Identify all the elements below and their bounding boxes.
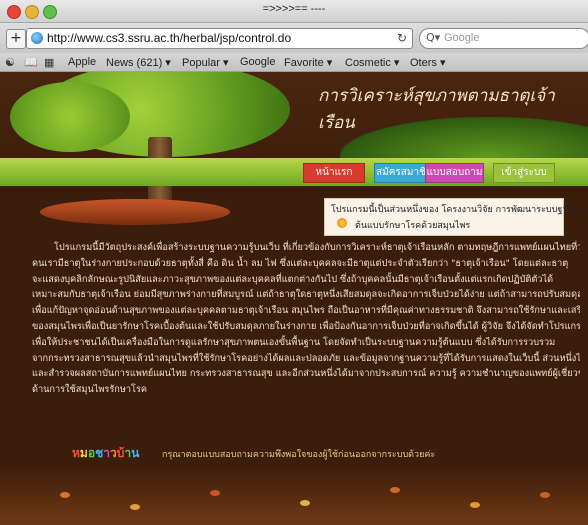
leaf-decoration	[540, 492, 550, 498]
survey-label-text[interactable]: หมอชาวบ้าน	[72, 446, 139, 460]
bookmark-oters[interactable]: Oters ▾	[410, 56, 445, 69]
intro-line: คนเรามีธาตุในร่างกายประกอบด้วยธาตุทั้งสี…	[32, 257, 569, 269]
bookmark-news[interactable]: News (621) ▾	[106, 56, 171, 69]
nav-survey-button[interactable]: แบบสอบถาม	[425, 163, 484, 183]
bookmark-cosmetic[interactable]: Cosmetic ▾	[345, 56, 399, 69]
leaf-decoration	[60, 492, 70, 498]
intro-line: โปรแกรมนี้มีวัตถุประสงค์เพื่อสร้างระบบฐา…	[54, 242, 580, 253]
globe-icon	[31, 32, 43, 44]
survey-label-char[interactable]: อ	[88, 446, 95, 460]
tree-branch-illustration	[10, 82, 130, 152]
bookmark-apple[interactable]: Apple	[68, 56, 96, 68]
nav-home-button[interactable]: หน้าแรก	[303, 163, 365, 183]
browser-window: =>>>>== ---- + http://www.cs3.ssru.ac.th…	[0, 0, 588, 525]
survey-label-char[interactable]: ช	[95, 446, 103, 460]
leaf-decoration	[390, 487, 400, 493]
address-bar[interactable]: http://www.cs3.ssru.ac.th/herbal/jsp/con…	[26, 28, 413, 49]
intro-line: เหมาะสมกับธาตุเจ้าเรือน ย่อมมีสุขภาพร่าง…	[32, 289, 580, 301]
survey-label-char[interactable]: า	[103, 446, 110, 460]
web-page: การวิเคราะห์สุขภาพตามธาตุเจ้าเรือน หน้าแ…	[0, 72, 588, 525]
nav-login-button[interactable]: เข้าสู่ระบบ	[493, 163, 555, 183]
reading-glasses-icon[interactable]: ☯	[5, 56, 15, 69]
title-bar: =>>>>== ----	[0, 0, 588, 23]
search-placeholder: Google	[444, 32, 480, 44]
ground-decoration	[0, 467, 588, 525]
leaf-decoration	[210, 490, 220, 496]
search-icon: Q▾	[426, 31, 441, 44]
book-icon[interactable]: 📖	[24, 56, 38, 69]
survey-label[interactable]: หมอชาวบ้าน	[72, 444, 139, 463]
leaf-decoration	[470, 502, 480, 508]
site-title: การวิเคราะห์สุขภาพตามธาตุเจ้าเรือน	[318, 86, 555, 133]
bookmarks-bar: ☯ 📖 ▦ Apple News (621) ▾ Popular ▾ Googl…	[0, 53, 588, 72]
bookmark-google[interactable]: Google	[240, 56, 275, 68]
intro-paragraph: โปรแกรมนี้มีวัตถุประสงค์เพื่อสร้างระบบฐา…	[32, 240, 580, 398]
intro-line: และสำรวจผลสถาบันการแพทย์แผนไทย กระทรวงสา…	[32, 368, 580, 380]
survey-label-char[interactable]: ห	[72, 446, 80, 460]
bookmark-favorite[interactable]: Favorite ▾	[284, 56, 332, 69]
notice-line-2: ต้นแบบรักษาโรคด้วยสมุนไพร	[355, 221, 471, 231]
survey-label-char[interactable]: ว	[110, 446, 117, 460]
reload-icon[interactable]: ↻	[397, 31, 407, 45]
url-text[interactable]: http://www.cs3.ssru.ac.th/herbal/jsp/con…	[47, 31, 291, 45]
survey-prompt[interactable]: กรุณาตอบแบบสอบถามความพึงพอใจของผู้ใช้ก่อ…	[162, 447, 435, 461]
intro-line: จะแสดงบุคลิกลักษณะรูปนิสัยและภาวะสุขภาพข…	[32, 273, 554, 285]
flower-icon	[337, 218, 347, 228]
window-title: =>>>>== ----	[262, 3, 326, 15]
bookmark-popular[interactable]: Popular ▾	[182, 56, 229, 69]
survey-label-char[interactable]: ม	[80, 446, 88, 460]
grid-icon[interactable]: ▦	[44, 56, 54, 69]
leaf-decoration	[300, 500, 310, 506]
intro-line: จากกระทรวงสาธารณสุขแล้วนำสมุนไพรที่ใช้รั…	[32, 352, 580, 364]
survey-label-char[interactable]: น	[131, 446, 139, 460]
intro-line: เพื่อแก้ปัญหาจุดอ่อนด้านสุขภาพของแต่ละบุ…	[32, 305, 580, 317]
notice-line-1: โปรแกรมนี้เป็นส่วนหนึ่งของ โครงงานวิจัย …	[331, 205, 588, 215]
search-field[interactable]: Q▾ Google	[419, 28, 588, 49]
add-bookmark-button[interactable]: +	[6, 29, 26, 49]
intro-line: เพื่อให้ประชาชนได้เป็นเครื่องมือในการดูแ…	[32, 336, 556, 348]
leaf-decoration	[130, 504, 140, 510]
research-notice: โปรแกรมนี้เป็นส่วนหนึ่งของ โครงงานวิจัย …	[324, 198, 588, 236]
intro-line: ด้านการใช้สมุนไพรรักษาโรค	[32, 384, 148, 396]
intro-line: ของสมุนไพรเพื่อเป็นยารักษาโรคเบื้องต้นแล…	[32, 320, 580, 332]
toolbar: + http://www.cs3.ssru.ac.th/herbal/jsp/c…	[0, 23, 588, 53]
leaf-decoration	[40, 199, 230, 225]
